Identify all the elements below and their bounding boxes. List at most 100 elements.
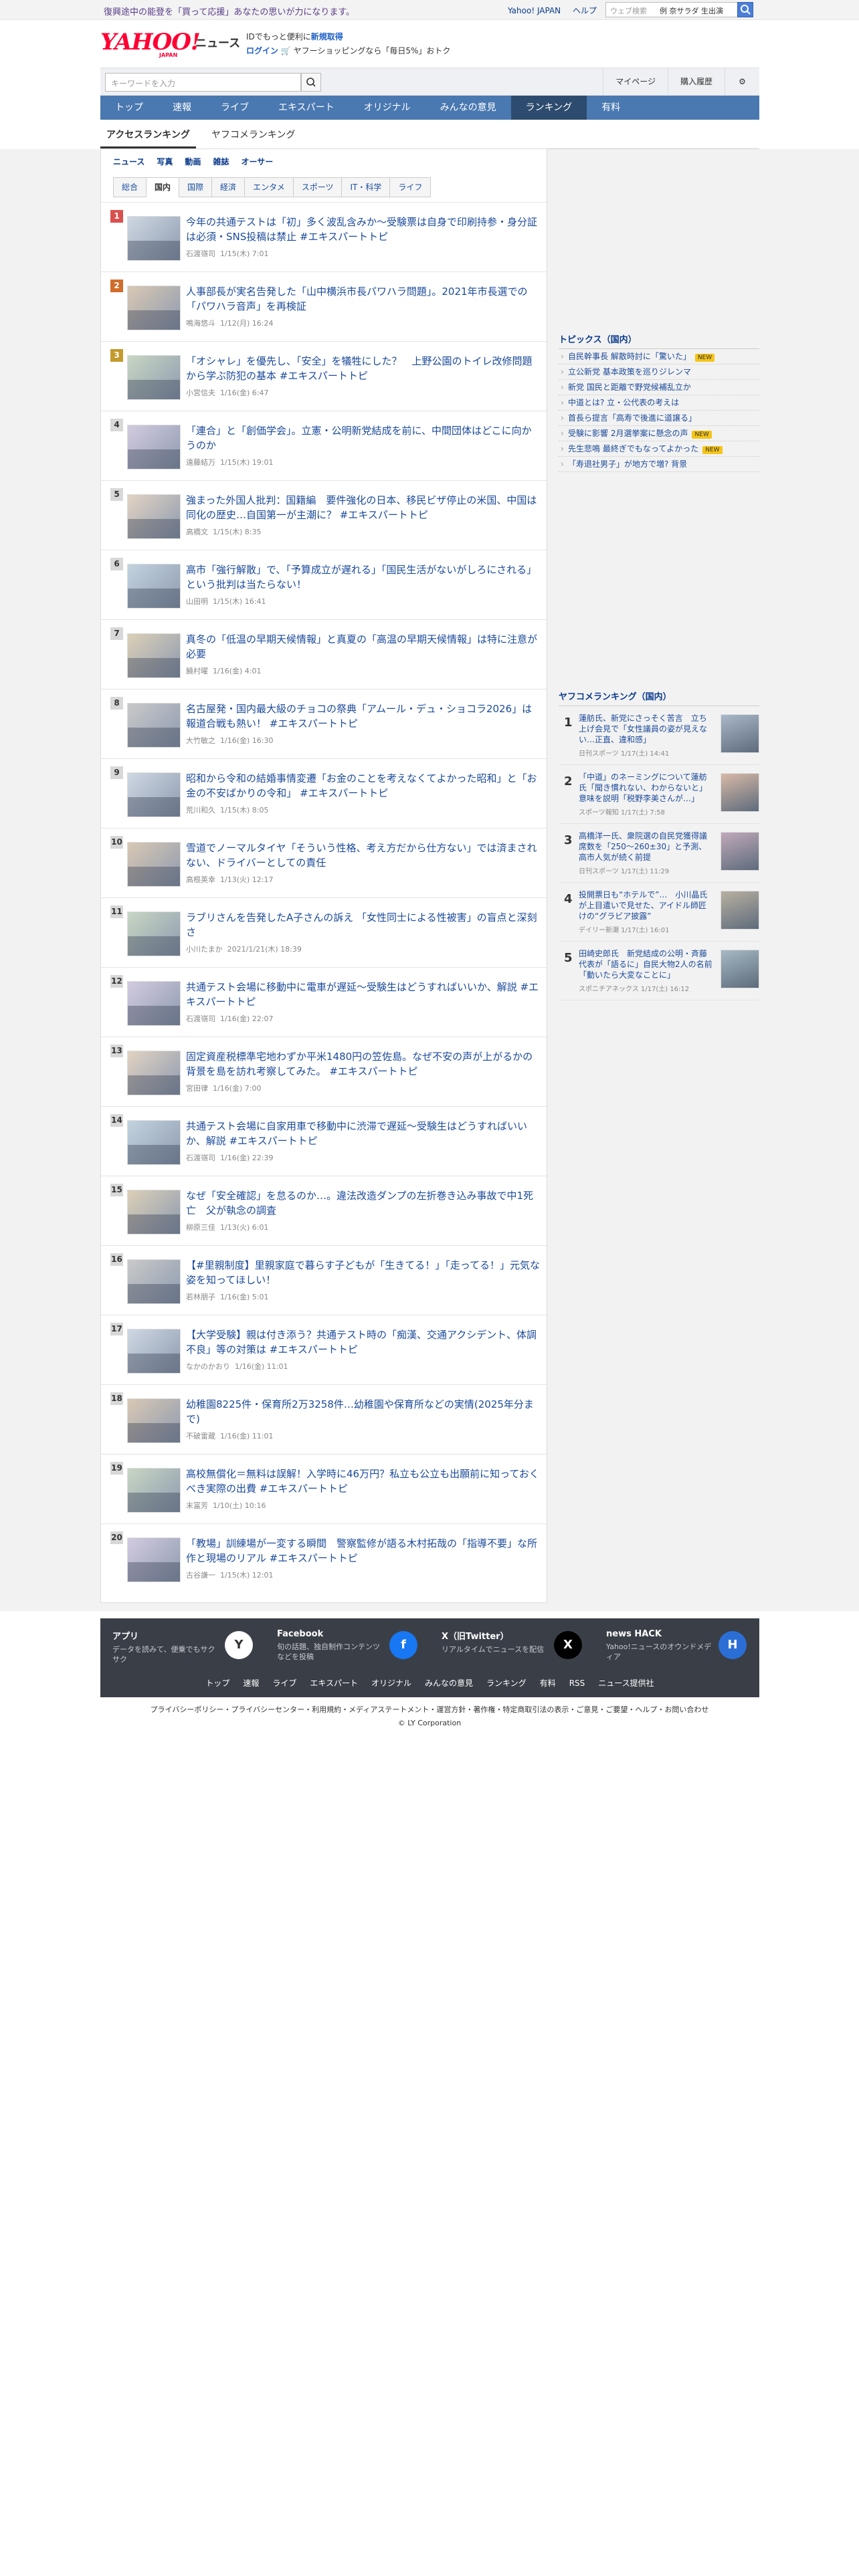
cat-entertainment[interactable]: エンタメ: [244, 177, 293, 197]
register-link[interactable]: 新規取得: [311, 32, 343, 41]
ranking-item[interactable]: 15 なぜ「安全確認」を怠るのか…。違法改造ダンプの左折巻き込み事故で中1死亡 父…: [101, 1176, 547, 1245]
nav-live[interactable]: ライブ: [206, 96, 264, 120]
nav-opinion[interactable]: みんなの意見: [425, 96, 511, 120]
nav-paid[interactable]: 有料: [587, 96, 635, 120]
article-title[interactable]: 強まった外国人批判：国籍編 要件強化の日本、移民ビザ停止の米国、中国は同化の歴史…: [186, 493, 541, 522]
nav-flash[interactable]: 速報: [158, 96, 206, 120]
cat-economy[interactable]: 経済: [211, 177, 245, 197]
ranking-item[interactable]: 14 共通テスト会場に自家用車で移動中に渋滞で遅延〜受験生はどうすればいいか、解説…: [101, 1106, 547, 1176]
topic-item[interactable]: 中道とは? 立・公代表の考えは: [559, 395, 759, 411]
keyword-input[interactable]: キーワードを入力: [105, 73, 301, 92]
ranking-item[interactable]: 8 名古屋発・国内最大級のチョコの祭典「アムール・デュ・ショコラ2026」は報道合…: [101, 689, 547, 758]
topic-item[interactable]: 受験に影響 2月選挙案に懸念の声 NEW: [559, 426, 759, 441]
ranking-item[interactable]: 20 「教場」訓練場が一変する瞬間 警察監修が語る木村拓哉の「指導不要」な所作と現…: [101, 1523, 547, 1593]
topic-item[interactable]: 首長ら提言「高寿で後進に道譲る」: [559, 411, 759, 426]
article-thumbnail[interactable]: [127, 703, 181, 748]
cat-domestic[interactable]: 国内: [146, 177, 179, 197]
ranking-item[interactable]: 9 昭和から令和の結婚事情変遷「お金のことを考えなくてよかった昭和」と「お金の不安…: [101, 758, 547, 828]
cat-all[interactable]: 総合: [113, 177, 147, 197]
article-thumbnail[interactable]: [127, 564, 181, 609]
article-title[interactable]: 共通テスト会場に移動中に電車が遅延〜受験生はどうすればいいか、解説 #エキスパー…: [186, 980, 541, 1009]
article-author[interactable]: 小川たまか: [186, 945, 223, 954]
article-title[interactable]: 固定資産税標準宅地わずか平米1480円の笠佐島。なぜ不安の声が上がるかの背景を島…: [186, 1049, 541, 1079]
promo-link[interactable]: 復興途中の能登を「買って応援」あなたの思いが力になります。: [104, 5, 355, 17]
type-magazine[interactable]: 雑誌: [213, 156, 229, 167]
article-thumbnail[interactable]: [127, 633, 181, 678]
comment-ranking-title[interactable]: 「中道」のネーミングについて蓮舫氏「聞き慣れない、わからないと」意味を説明「税野…: [579, 772, 712, 804]
article-title[interactable]: ラブリさんを告発したA子さんの訴え 「女性同士による性被害」の盲点と深刻さ: [186, 910, 541, 940]
ranking-item[interactable]: 1 今年の共通テストは「初」多く波乱含みか〜受験票は自身で印刷持参・身分証は必須・…: [101, 202, 547, 272]
article-author[interactable]: 鳴海悠斗: [186, 319, 215, 328]
ranking-item[interactable]: 10 雪道でノーマルタイヤ「そういう性格、考え方だから仕方ない」では済まされない、…: [101, 828, 547, 897]
article-author[interactable]: 高橋文: [186, 528, 208, 536]
article-title[interactable]: 「教場」訓練場が一変する瞬間 警察監修が語る木村拓哉の「指導不要」な所作と現場の…: [186, 1536, 541, 1566]
article-title[interactable]: 真冬の「低温の早期天候情報」と真夏の「高温の早期天候情報」は特に注意が必要: [186, 632, 541, 661]
footer-link[interactable]: ニュース提供社: [598, 1679, 654, 1688]
article-title[interactable]: 今年の共通テストは「初」多く波乱含みか〜受験票は自身で印刷持参・身分証は必須・S…: [186, 215, 541, 244]
article-author[interactable]: 不破雷蔵: [186, 1432, 215, 1440]
footer-link[interactable]: ランキング: [486, 1679, 527, 1688]
type-photo[interactable]: 写真: [157, 156, 173, 167]
nav-original[interactable]: オリジナル: [349, 96, 425, 120]
topic-item[interactable]: 「寿退社男子」が地方で増? 背景: [559, 457, 759, 472]
keyword-search-button[interactable]: [301, 73, 321, 92]
article-author[interactable]: 山田明: [186, 597, 208, 606]
article-title[interactable]: 「連合」と「創価学会」。立憲・公明新党結成を前に、中間団体はどこに向かうのか: [186, 423, 541, 453]
topic-item[interactable]: 立公新党 基本政策を巡りジレンマ: [559, 364, 759, 380]
article-thumbnail[interactable]: [127, 772, 181, 817]
article-thumbnail[interactable]: [127, 1259, 181, 1304]
article-author[interactable]: 大竹敏之: [186, 736, 215, 745]
type-news[interactable]: ニュース: [113, 156, 145, 167]
article-title[interactable]: 【大学受験】親は付き添う？共通テスト時の「痴漢、交通アクシデント、体調不良」等の…: [186, 1327, 541, 1357]
shopping-pr[interactable]: ヤフーショッピングなら「毎日5%」おトク: [294, 46, 451, 56]
footer-app-3[interactable]: news HACK Yahoo!ニュースのオウンドメディア H: [594, 1618, 759, 1673]
article-author[interactable]: 石渡嶺司: [186, 1154, 215, 1162]
article-thumbnail[interactable]: [127, 911, 181, 956]
article-thumbnail[interactable]: [127, 1329, 181, 1374]
article-title[interactable]: 共通テスト会場に自家用車で移動中に渋滞で遅延〜受験生はどうすればいいか、解説 #…: [186, 1119, 541, 1148]
mypage-link[interactable]: マイページ: [603, 68, 668, 95]
article-author[interactable]: 末冨芳: [186, 1501, 208, 1510]
article-author[interactable]: 若林朋子: [186, 1293, 215, 1301]
comment-ranking-title[interactable]: 田崎史郎氏 新党結成の公明・斉藤代表が「語るに」自民大物2人の名前「動いたら大変…: [579, 948, 712, 980]
footer-app-1[interactable]: Facebook 旬の話題、独自制作コンテンツなどを投稿 f: [265, 1618, 430, 1673]
article-thumbnail[interactable]: [127, 216, 181, 261]
article-thumbnail[interactable]: [127, 1398, 181, 1443]
article-author[interactable]: なかのかおり: [186, 1362, 230, 1371]
article-thumbnail[interactable]: [127, 1190, 181, 1235]
comment-ranking-photo[interactable]: [721, 714, 759, 753]
ranking-item[interactable]: 12 共通テスト会場に移動中に電車が遅延〜受験生はどうすればいいか、解説 #エキス…: [101, 967, 547, 1037]
comment-ranking-item[interactable]: 4 投開票日も“ホテルで”… 小川晶氏が上目遣いで見せた、アイドル師匠けの“グラビ…: [559, 883, 759, 942]
footer-link[interactable]: みんなの意見: [425, 1679, 473, 1688]
web-search-button[interactable]: [737, 2, 753, 17]
article-title[interactable]: 雪道でノーマルタイヤ「そういう性格、考え方だから仕方ない」では済まされない、ドラ…: [186, 841, 541, 870]
cat-sports[interactable]: スポーツ: [292, 177, 342, 197]
article-author[interactable]: 饒村曜: [186, 667, 208, 675]
topic-item[interactable]: 新党 国民と距離で野党候補乱立か: [559, 380, 759, 395]
ranking-item[interactable]: 3 「オシャレ」を優先し、「安全」を犠牲にした？ 上野公園のトイレ改修問題から学ぶ…: [101, 341, 547, 411]
article-thumbnail[interactable]: [127, 1051, 181, 1095]
nav-ranking[interactable]: ランキング: [510, 96, 587, 120]
article-thumbnail[interactable]: [127, 425, 181, 469]
article-title[interactable]: 幼稚園8225件・保育所2万3258件…幼稚園や保育所などの実情(2025年分ま…: [186, 1397, 541, 1426]
gear-icon[interactable]: ⚙: [725, 68, 759, 95]
ranking-item[interactable]: 11 ラブリさんを告発したA子さんの訴え 「女性同士による性被害」の盲点と深刻さ小…: [101, 897, 547, 967]
ranking-item[interactable]: 4 「連合」と「創価学会」。立憲・公明新党結成を前に、中間団体はどこに向かうのか遠…: [101, 411, 547, 480]
footer-link[interactable]: RSS: [569, 1679, 585, 1688]
topic-item[interactable]: 自民幹事長 解散時討に「驚いた」NEW: [559, 349, 759, 364]
article-title[interactable]: 人事部長が実名告発した「山中横浜市長パワハラ問題」。2021年市長選での「パワハ…: [186, 284, 541, 314]
comment-ranking-item[interactable]: 3 高橋洋一氏、衆院選の自民党獲得議席数を「250〜260±30」と予測、高市人気…: [559, 824, 759, 883]
footer-link[interactable]: トップ: [205, 1679, 229, 1688]
article-author[interactable]: 柳原三佳: [186, 1223, 215, 1232]
article-thumbnail[interactable]: [127, 1468, 181, 1513]
comment-ranking-item[interactable]: 1 蓮舫氏、新党にさっそく苦言 立ち上げ会見で「女性議員の姿が見えない…正直、違和…: [559, 706, 759, 765]
article-title[interactable]: 高校無償化＝無料は誤解！入学時に46万円？私立も公立も出願前に知っておくべき実際…: [186, 1467, 541, 1496]
footer-link[interactable]: ライブ: [272, 1679, 296, 1688]
article-author[interactable]: 石渡嶺司: [186, 1014, 215, 1023]
ranking-item[interactable]: 17 【大学受験】親は付き添う？共通テスト時の「痴漢、交通アクシデント、体調不良」…: [101, 1315, 547, 1384]
article-thumbnail[interactable]: [127, 355, 181, 400]
type-author[interactable]: オーサー: [241, 156, 273, 167]
article-title[interactable]: 名古屋発・国内最大級のチョコの祭典「アムール・デュ・ショコラ2026」は報道合戦…: [186, 702, 541, 731]
login-link[interactable]: ログイン: [246, 46, 278, 56]
comment-ranking-photo[interactable]: [721, 773, 759, 812]
